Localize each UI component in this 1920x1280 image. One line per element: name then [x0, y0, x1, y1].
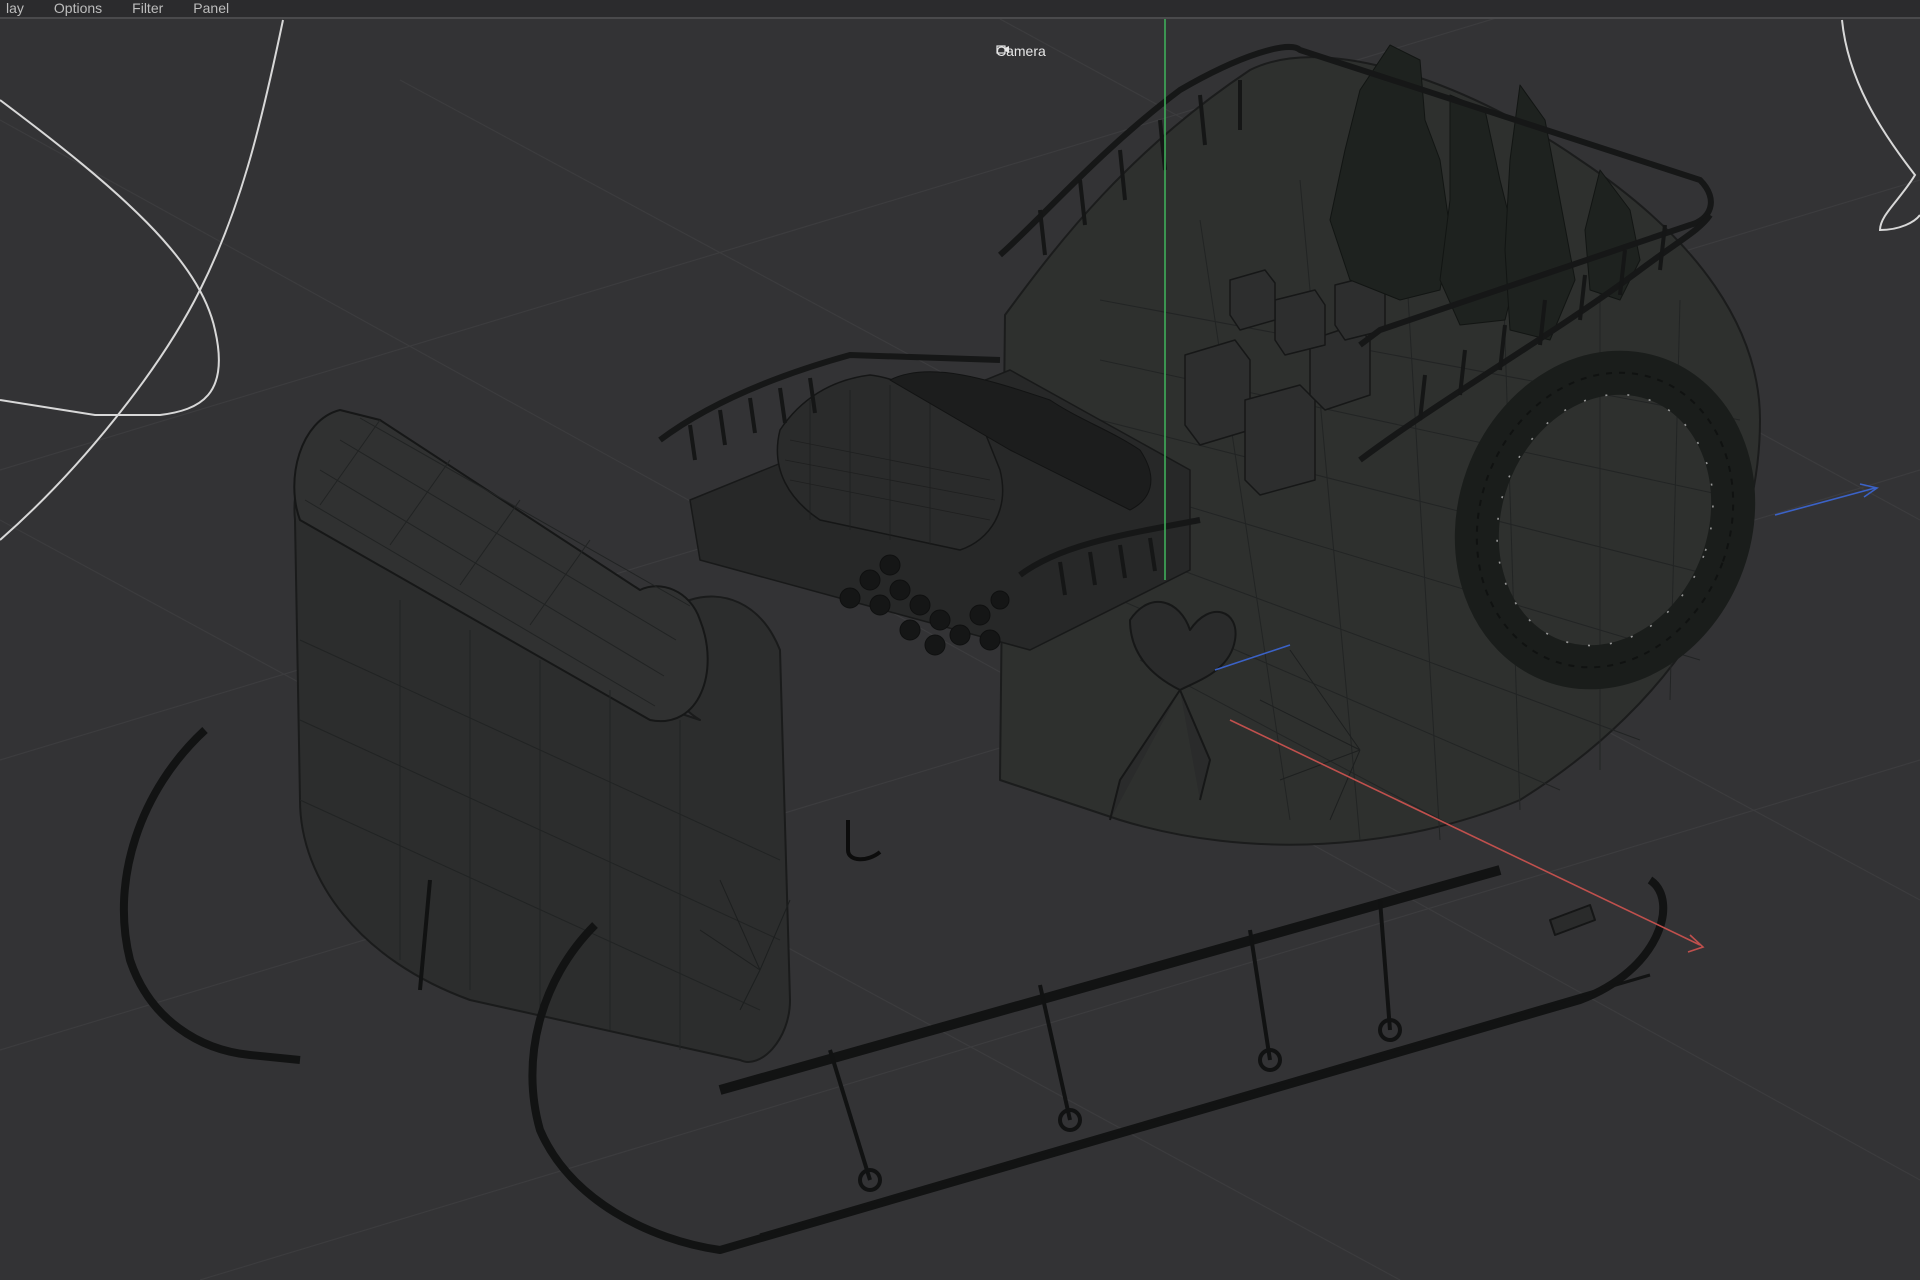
viewport-menubar: lay Options Filter Panel	[0, 0, 1920, 19]
menu-display[interactable]: lay	[0, 0, 39, 17]
3d-viewport[interactable]: Camera	[0, 19, 1920, 1280]
menu-options[interactable]: Options	[39, 0, 117, 17]
camera-switch[interactable]: Camera	[996, 43, 1046, 59]
sleigh-wireframe[interactable]	[119, 44, 1774, 1254]
menu-panel[interactable]: Panel	[178, 0, 244, 17]
app-window: lay Options Filter Panel Camera	[0, 0, 1920, 1280]
camera-switch-icon	[996, 45, 1009, 54]
viewport-scene[interactable]	[0, 19, 1920, 1280]
menu-filter[interactable]: Filter	[117, 0, 178, 17]
